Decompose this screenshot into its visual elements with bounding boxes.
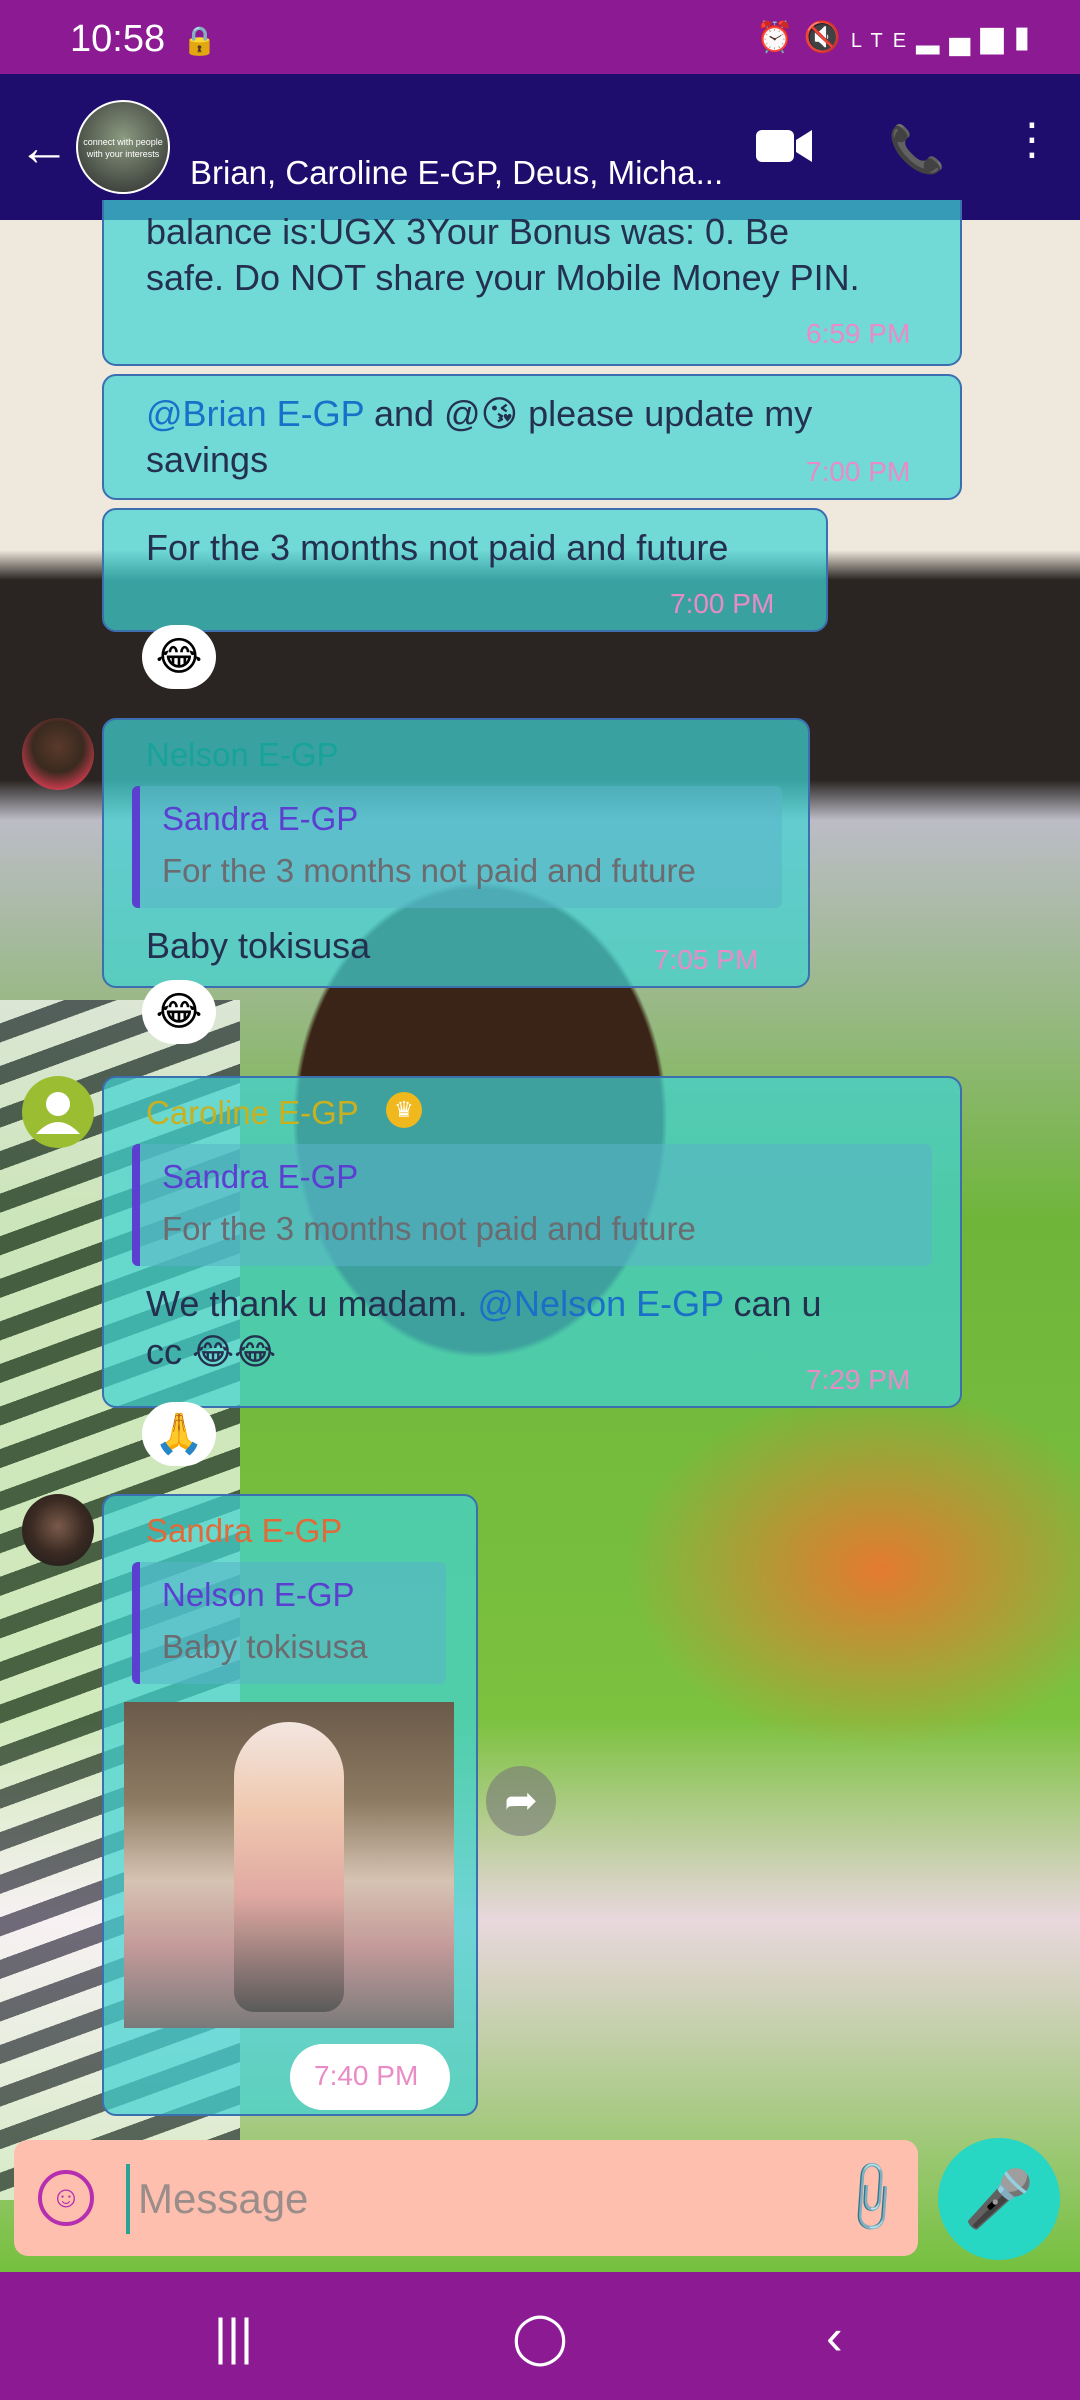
message-time: 7:00 PM — [670, 588, 775, 619]
message-bubble[interactable]: @Brian E-GP and @😘 please update my savi… — [102, 374, 962, 500]
phone-call-icon[interactable]: 📞 — [888, 122, 945, 177]
emoji-icon[interactable]: ☺ — [38, 2170, 94, 2226]
mention-link[interactable]: @Brian E-GP — [146, 393, 364, 434]
message-bubble[interactable]: Nelson E-GP Sandra E-GP For the 3 months… — [102, 718, 810, 988]
recent-apps-icon[interactable]: ||| — [214, 2308, 253, 2366]
reaction-badge[interactable]: 😂 — [142, 625, 216, 689]
quote-text: Baby tokisusa — [162, 1628, 368, 1665]
chat-title[interactable]: Brian, Caroline E-GP, Deus, Micha... — [190, 154, 723, 192]
status-time: 10:58 — [70, 18, 166, 60]
message-text: Baby tokisusa — [146, 925, 371, 966]
lte-label: LTE — [850, 30, 917, 52]
quote-text: For the 3 months not paid and future — [162, 852, 696, 889]
message-text: safe. Do NOT share your Mobile Money PIN… — [146, 257, 860, 298]
message-text-part: We thank u madam. — [146, 1283, 478, 1324]
group-avatar[interactable]: connect with people with your interests — [76, 100, 170, 194]
message-input[interactable] — [126, 2164, 840, 2234]
message-text: cc 😂😂 — [146, 1331, 277, 1372]
quoted-message[interactable]: Sandra E-GP For the 3 months not paid an… — [132, 786, 782, 908]
message-time: 7:05 PM — [654, 944, 759, 975]
quoted-message[interactable]: Nelson E-GP Baby tokisusa — [132, 1562, 446, 1684]
more-options-icon[interactable]: ⋮ — [1010, 114, 1054, 165]
status-bar: 10:58 🔒 ⏰🔇LTE▂▄▆▮ — [0, 0, 1080, 74]
home-icon[interactable]: ◯ — [512, 2308, 568, 2366]
default-avatar-icon — [36, 1092, 80, 1134]
image-subject — [234, 1722, 344, 2012]
reaction-badge[interactable]: 😂 — [142, 980, 216, 1044]
sender-name[interactable]: Sandra E-GP — [146, 1512, 342, 1550]
lock-icon: 🔒 — [182, 25, 217, 56]
forward-icon[interactable]: ➦ — [486, 1766, 556, 1836]
message-text: @Brian E-GP and @😘 please update my — [146, 390, 812, 438]
nav-back-icon[interactable]: ‹ — [826, 2308, 843, 2366]
message-bubble[interactable]: For the 3 months not paid and future 7:0… — [102, 508, 828, 632]
message-text-part: please update my — [518, 393, 813, 434]
message-text-part: can u — [723, 1283, 822, 1324]
quote-author: Sandra E-GP — [162, 1158, 359, 1195]
message-time: 7:29 PM — [806, 1364, 911, 1395]
system-nav-bar: ||| ◯ ‹ — [0, 2272, 1080, 2400]
avatar[interactable] — [22, 1076, 94, 1148]
alarm-icon: ⏰ — [756, 21, 804, 54]
message-bubble[interactable]: Sandra E-GP Nelson E-GP Baby tokisusa 7:… — [102, 1494, 478, 2116]
avatar[interactable] — [22, 718, 94, 790]
back-arrow-icon[interactable]: ← — [18, 118, 70, 178]
sender-name[interactable]: Nelson E-GP — [146, 736, 339, 774]
quote-author: Sandra E-GP — [162, 800, 359, 837]
message-text-part: and @ — [363, 393, 481, 434]
message-text: For the 3 months not paid and future — [146, 527, 729, 568]
admin-badge-icon: ♛ — [386, 1092, 422, 1128]
avatar[interactable] — [22, 1494, 94, 1566]
message-composer: ☺ 📎 — [14, 2140, 918, 2256]
chat-header: ← connect with people with your interest… — [0, 74, 1080, 220]
microphone-icon[interactable]: 🎤 — [938, 2138, 1060, 2260]
battery-icon: ▮ — [1013, 21, 1040, 54]
group-avatar-text: connect with people with your interests — [83, 136, 163, 159]
message-image[interactable] — [124, 1702, 454, 2028]
message-text: balance is:UGX 3Your Bonus was: 0. Be — [146, 211, 790, 252]
attach-icon[interactable]: 📎 — [828, 2155, 914, 2241]
quote-author: Nelson E-GP — [162, 1576, 355, 1613]
quoted-message[interactable]: Sandra E-GP For the 3 months not paid an… — [132, 1144, 932, 1266]
reaction-badge[interactable]: 🙏 — [142, 1402, 216, 1466]
status-icons: ⏰🔇LTE▂▄▆▮ — [756, 20, 1040, 55]
sender-name[interactable]: Caroline E-GP — [146, 1094, 359, 1132]
message-time: 7:00 PM — [806, 456, 911, 487]
quote-text: For the 3 months not paid and future — [162, 1210, 696, 1247]
message-bubble[interactable]: balance is:UGX 3Your Bonus was: 0. Be sa… — [102, 200, 962, 366]
message-time: 6:59 PM — [806, 318, 911, 349]
message-text: We thank u madam. @Nelson E-GP can u — [146, 1280, 822, 1328]
mention-link[interactable]: @Nelson E-GP — [478, 1283, 724, 1324]
mute-icon: 🔇 — [803, 21, 851, 54]
video-call-icon[interactable] — [756, 126, 812, 166]
message-time: 7:40 PM — [314, 2060, 419, 2091]
message-bubble[interactable]: Caroline E-GP ♛ Sandra E-GP For the 3 mo… — [102, 1076, 962, 1408]
signal-icon: ▂▄▆ — [916, 21, 1014, 54]
message-text: savings — [146, 439, 269, 480]
message-emoji: 😘 — [480, 393, 519, 434]
